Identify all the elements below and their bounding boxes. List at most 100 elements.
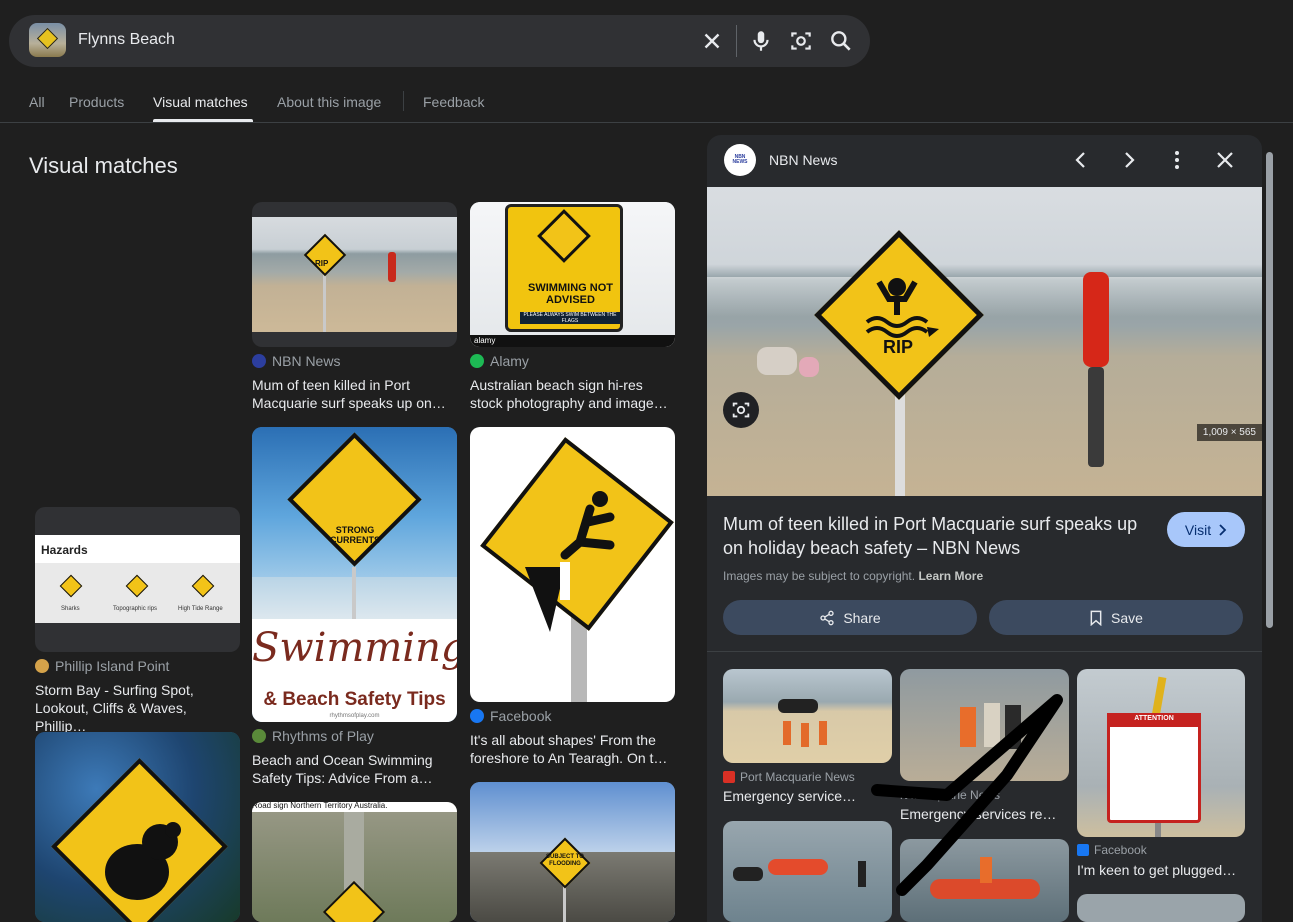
result-image[interactable] bbox=[470, 427, 675, 702]
overlay-footer: rhythmsofplay.com bbox=[329, 713, 380, 719]
chevron-left-icon[interactable] bbox=[1069, 148, 1093, 172]
result-title[interactable]: Storm Bay - Surfing Spot, Lookout, Cliffs… bbox=[35, 681, 240, 735]
copyright-text: Images may be subject to copyright. bbox=[723, 569, 916, 583]
koala-icon bbox=[105, 822, 181, 900]
image-heading: Hazards bbox=[41, 543, 88, 557]
tab-bar: All Products Visual matches About this i… bbox=[0, 80, 1293, 123]
logo-text: NBN NEWS bbox=[732, 154, 748, 165]
visit-button[interactable]: Visit bbox=[1167, 512, 1245, 547]
phillip-island-favicon-icon bbox=[35, 659, 49, 673]
close-icon[interactable] bbox=[1213, 148, 1237, 172]
clear-icon[interactable] bbox=[699, 28, 725, 54]
chevron-right-icon[interactable] bbox=[1117, 148, 1141, 172]
facebook-favicon-icon bbox=[470, 709, 484, 723]
lens-search-button[interactable] bbox=[723, 392, 759, 428]
share-button[interactable]: Share bbox=[723, 600, 977, 635]
search-bar[interactable]: Flynns Beach bbox=[9, 15, 870, 67]
title-line: foreshore to An Tearagh. On t… bbox=[470, 750, 668, 766]
result-source[interactable]: Rhythms of Play bbox=[252, 728, 374, 744]
watermark: alamy bbox=[474, 336, 496, 345]
copyright-note: Images may be subject to copyright. Lear… bbox=[723, 569, 983, 583]
image-caption: Road sign Northern Territory Australia. bbox=[252, 802, 388, 810]
bookmark-icon bbox=[1090, 610, 1102, 626]
source-label: Rhythms of Play bbox=[272, 728, 374, 744]
title-line: Safety Tips: Advice From a… bbox=[252, 770, 433, 786]
tab-all[interactable]: All bbox=[29, 94, 45, 110]
result-image[interactable] bbox=[35, 732, 240, 922]
camera-lens-icon[interactable] bbox=[788, 28, 814, 54]
sign-text: SWIMMING NOT ADVISED bbox=[528, 282, 613, 306]
image-dimensions: 1,009 × 565 bbox=[1196, 424, 1262, 441]
camera-lens-icon bbox=[732, 402, 750, 418]
scribble-annotation bbox=[871, 694, 1063, 896]
result-source[interactable]: Alamy bbox=[470, 353, 529, 369]
sign-subtext: PLEASE ALWAYS SWIM BETWEEN THE FLAGS bbox=[520, 312, 620, 324]
sign-text: SUBJECT TO FLOODING bbox=[546, 854, 584, 867]
result-image[interactable]: RIP bbox=[252, 202, 457, 347]
source-label: Facebook bbox=[490, 708, 552, 724]
sign-text: STRONG CURRENTS bbox=[329, 525, 380, 545]
panel-divider bbox=[707, 651, 1262, 652]
title-line: It's all about shapes' From the bbox=[470, 732, 656, 748]
title-line: stock photography and image… bbox=[470, 395, 668, 411]
alamy-favicon-icon bbox=[470, 354, 484, 368]
active-tab-indicator bbox=[153, 119, 253, 122]
title-line: Macquarie surf speaks up on… bbox=[252, 395, 446, 411]
overlay-subtitle: & Beach Safety Tips bbox=[263, 689, 446, 710]
result-source[interactable]: NBN News bbox=[252, 353, 340, 369]
main-image[interactable]: RIP bbox=[707, 187, 1262, 496]
more-vert-icon[interactable] bbox=[1165, 148, 1189, 172]
result-image[interactable]: STRONG CURRENTS Swimming & Beach Safety … bbox=[252, 427, 457, 722]
sign-text: RIP bbox=[315, 259, 329, 268]
result-source[interactable]: Facebook bbox=[470, 708, 551, 724]
result-title[interactable]: Mum of teen killed in Port Macquarie surf… bbox=[252, 376, 457, 412]
swimmer-icon bbox=[865, 278, 939, 338]
result-title[interactable]: It's all about shapes' From the foreshore… bbox=[470, 731, 675, 767]
title-line: Beach and Ocean Swimming bbox=[252, 752, 433, 768]
panel-source[interactable]: NBN News bbox=[769, 152, 837, 168]
result-title[interactable]: Beach and Ocean Swimming Safety Tips: Adv… bbox=[252, 751, 457, 787]
share-icon bbox=[820, 610, 834, 625]
nbn-favicon-icon bbox=[252, 354, 266, 368]
source-label: Phillip Island Point bbox=[55, 658, 170, 674]
microphone-icon[interactable] bbox=[748, 28, 774, 54]
image-detail-panel: NBN NEWS NBN News RIP 1,009 × 565 Mum of… bbox=[707, 135, 1262, 922]
tab-about-this-image[interactable]: About this image bbox=[277, 94, 381, 110]
nbn-logo: NBN NEWS bbox=[724, 144, 756, 176]
source-label: NBN News bbox=[272, 353, 341, 369]
search-query[interactable]: Flynns Beach bbox=[78, 31, 175, 49]
sign-text: RIP bbox=[883, 337, 914, 357]
result-source[interactable]: Phillip Island Point bbox=[35, 658, 169, 674]
query-image-thumbnail[interactable] bbox=[29, 23, 66, 57]
search-icon[interactable] bbox=[828, 28, 854, 54]
save-button[interactable]: Save bbox=[989, 600, 1243, 635]
learn-more-link[interactable]: Learn More bbox=[918, 569, 983, 583]
image-label: Sharks bbox=[61, 606, 80, 612]
title-line: Storm Bay - Surfing Spot, bbox=[35, 682, 194, 698]
tab-feedback[interactable]: Feedback bbox=[423, 94, 484, 110]
tab-products[interactable]: Products bbox=[69, 94, 124, 110]
chevron-right-icon bbox=[1219, 523, 1227, 536]
result-image[interactable]: SUBJECT TO FLOODING bbox=[470, 782, 675, 922]
rhythms-favicon-icon bbox=[252, 729, 266, 743]
visit-label: Visit bbox=[1184, 521, 1212, 538]
tab-visual-matches[interactable]: Visual matches bbox=[153, 94, 248, 110]
result-image[interactable]: Road sign Northern Territory Australia. bbox=[252, 802, 457, 922]
search-divider bbox=[736, 25, 737, 57]
panel-title[interactable]: Mum of teen killed in Port Macquarie sur… bbox=[723, 512, 1153, 560]
results-heading: Visual matches bbox=[29, 153, 178, 178]
falling-person-icon bbox=[525, 491, 615, 632]
save-label: Save bbox=[1111, 609, 1143, 626]
share-label: Share bbox=[843, 609, 881, 626]
image-label: Topographic rips bbox=[113, 606, 158, 612]
result-image[interactable]: Hazards Sharks Topographic rips High Tid… bbox=[35, 507, 240, 652]
scrollbar-thumb[interactable] bbox=[1266, 152, 1273, 628]
source-label: Alamy bbox=[490, 353, 529, 369]
title-line: Australian beach sign hi-res bbox=[470, 377, 643, 393]
overlay-title: Swimming bbox=[252, 625, 457, 671]
title-line: Mum of teen killed in Port bbox=[252, 377, 410, 393]
title-line: Lookout, Cliffs & Waves, Phillip… bbox=[35, 700, 187, 734]
image-label: High Tide Range bbox=[178, 606, 223, 612]
result-title[interactable]: Australian beach sign hi-res stock photog… bbox=[470, 376, 675, 412]
result-image[interactable]: SWIMMING NOT ADVISED PLEASE ALWAYS SWIM … bbox=[470, 202, 675, 347]
